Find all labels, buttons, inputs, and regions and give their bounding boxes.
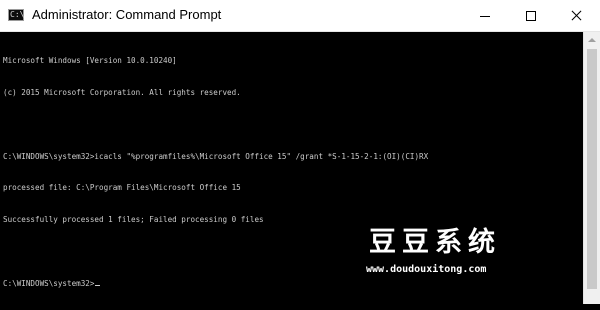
maximize-button[interactable] bbox=[508, 0, 554, 32]
watermark-url: www.doudouxitong.com bbox=[366, 264, 487, 275]
console-line: C:\WINDOWS\system32>icacls "%programfile… bbox=[3, 151, 429, 161]
scroll-thumb[interactable] bbox=[587, 49, 597, 289]
prompt-text: C:\WINDOWS\system32> bbox=[3, 278, 95, 288]
title-bar[interactable]: C:\ Administrator: Command Prompt bbox=[0, 0, 600, 32]
cmd-icon[interactable]: C:\ bbox=[8, 9, 24, 21]
close-button[interactable] bbox=[554, 0, 600, 32]
command-prompt-window: C:\ Administrator: Command Prompt Micros… bbox=[0, 0, 600, 304]
window-title: Administrator: Command Prompt bbox=[32, 7, 222, 22]
vertical-scrollbar[interactable] bbox=[583, 32, 600, 304]
console-line: Microsoft Windows [Version 10.0.10240] bbox=[3, 56, 177, 66]
site-watermark: 豆豆系统 www.doudouxitong.com bbox=[340, 220, 560, 290]
scroll-up-button[interactable] bbox=[584, 32, 600, 48]
watermark-logo-text: 豆豆系统 bbox=[369, 227, 501, 258]
console-line: (c) 2015 Microsoft Corporation. All righ… bbox=[3, 87, 241, 97]
console-line: processed file: C:\Program Files\Microso… bbox=[3, 183, 241, 193]
minimize-button[interactable] bbox=[462, 0, 508, 32]
text-cursor bbox=[95, 284, 101, 286]
